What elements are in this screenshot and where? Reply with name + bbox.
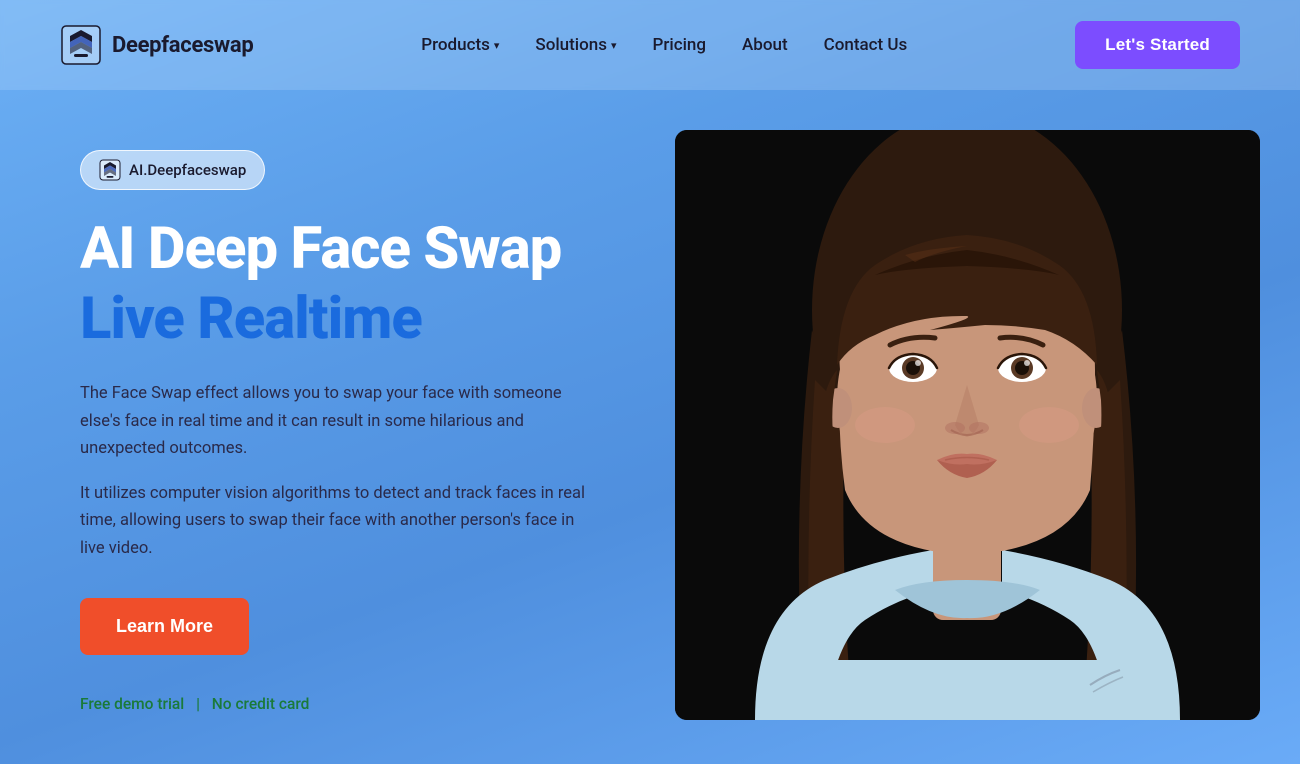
badge-logo-icon [99, 159, 121, 181]
products-chevron: ▾ [494, 39, 500, 52]
nav-solutions[interactable]: Solutions ▾ [535, 35, 616, 55]
divider: | [196, 695, 204, 713]
brand-badge: AI.Deepfaceswap [80, 150, 265, 190]
navbar: Deepfaceswap Products ▾ Solutions ▾ Pric… [0, 0, 1300, 90]
portrait-image [675, 130, 1260, 720]
nav-about[interactable]: About [742, 35, 788, 55]
logo-icon [60, 24, 102, 66]
nav-pricing[interactable]: Pricing [653, 35, 707, 55]
lets-started-button[interactable]: Let's Started [1075, 21, 1240, 69]
hero-content: AI.Deepfaceswap AI Deep Face Swap Live R… [80, 130, 660, 713]
hero-title-line2: Live Realtime [80, 286, 660, 353]
no-credit-label: No credit card [212, 695, 310, 713]
solutions-chevron: ▾ [611, 39, 617, 52]
logo[interactable]: Deepfaceswap [60, 24, 253, 66]
brand-name: Deepfaceswap [112, 33, 253, 58]
hero-section: AI.Deepfaceswap AI Deep Face Swap Live R… [0, 90, 1300, 764]
badge-label: AI.Deepfaceswap [129, 161, 246, 179]
free-trial-label: Free demo trial [80, 695, 184, 713]
nav-links: Products ▾ Solutions ▾ Pricing About Con… [421, 35, 907, 55]
learn-more-button[interactable]: Learn More [80, 598, 249, 655]
hero-image-area [660, 130, 1260, 720]
hero-title-line1: AI Deep Face Swap [80, 218, 660, 282]
hero-description-2: It utilizes computer vision algorithms t… [80, 480, 590, 562]
nav-products[interactable]: Products ▾ [421, 35, 499, 55]
free-trial-info: Free demo trial | No credit card [80, 695, 660, 713]
nav-contact[interactable]: Contact Us [824, 35, 908, 55]
hero-portrait-container [675, 130, 1260, 720]
hero-description-1: The Face Swap effect allows you to swap … [80, 380, 590, 462]
